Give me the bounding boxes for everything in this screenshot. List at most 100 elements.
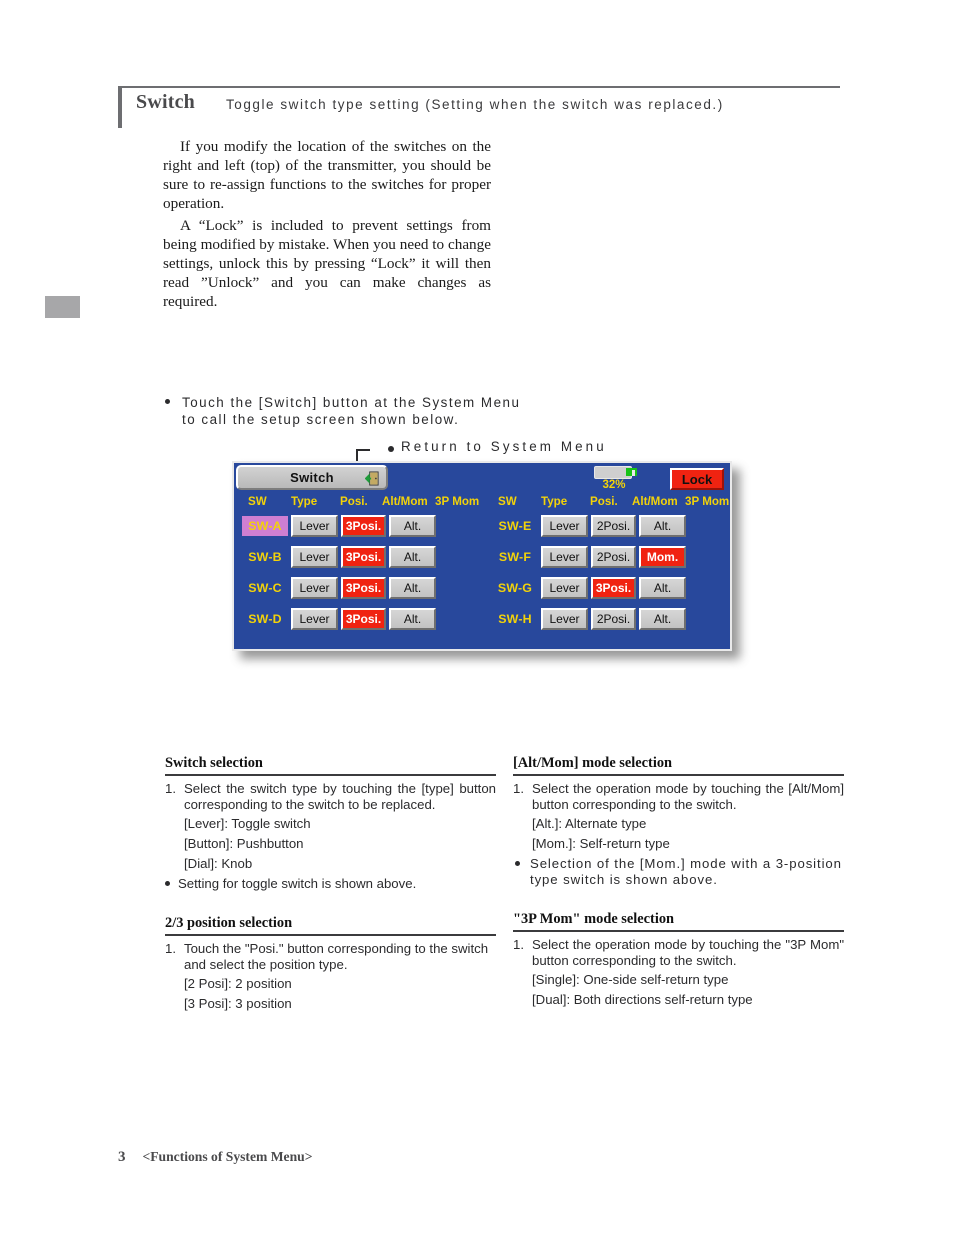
lcd-screenshot: Switch 32% Lock SW Type Posi. Alt/Mom 3P… xyxy=(232,461,740,659)
switch-label-sw-a[interactable]: SW-A xyxy=(242,516,288,536)
position-button-sw-a[interactable]: 3Posi. xyxy=(341,515,386,537)
step-number: 1. xyxy=(513,781,524,796)
option-item: [Dual]: Both directions self-return type xyxy=(532,991,753,1007)
step-text: Touch the "Posi." button corresponding t… xyxy=(184,941,489,973)
position-button-sw-e[interactable]: 2Posi. xyxy=(591,515,636,537)
option-item: [Mom.]: Self-return type xyxy=(532,835,670,851)
block-3p-mom-selection: "3P Mom" mode selection 1. Select the op… xyxy=(513,911,844,1010)
switch-label-sw-h[interactable]: SW-H xyxy=(492,609,538,629)
page-number: 3 xyxy=(118,1149,126,1165)
altmom-button-sw-f[interactable]: Mom. xyxy=(639,546,686,568)
block-note-text: Selection of the [Mom.] mode with a 3-po… xyxy=(530,855,842,887)
page-title: Switch xyxy=(136,91,195,113)
section-tab-marker xyxy=(45,296,80,318)
altmom-button-sw-e[interactable]: Alt. xyxy=(639,515,686,537)
block-heading: [Alt/Mom] mode selection xyxy=(513,755,673,771)
type-button-sw-e[interactable]: Lever xyxy=(541,515,588,537)
block-step: 1. Select the operation mode by touching… xyxy=(513,781,844,814)
callout-leader-elbow xyxy=(356,449,370,451)
col-header-3p-mom: 3P Mom xyxy=(435,495,480,508)
intro-text: If you modify the location of the switch… xyxy=(163,137,491,311)
intro-paragraph-2: A “Lock” is included to prevent settings… xyxy=(163,217,491,310)
switch-label-sw-e[interactable]: SW-E xyxy=(492,516,538,536)
intro-paragraph-1: If you modify the location of the switch… xyxy=(163,138,491,212)
option-item: [2 Posi]: 2 position xyxy=(184,975,292,991)
lcd-screen: Switch 32% Lock SW Type Posi. Alt/Mom 3P… xyxy=(232,461,732,651)
touch-instruction: Touch the [Switch] button at the System … xyxy=(165,395,535,428)
lcd-title-button[interactable]: Switch xyxy=(236,465,388,490)
switch-label-sw-b[interactable]: SW-B xyxy=(242,547,288,567)
switch-label-sw-d[interactable]: SW-D xyxy=(242,609,288,629)
block-note: Selection of the [Mom.] mode with a 3-po… xyxy=(513,856,844,889)
altmom-button-sw-c[interactable]: Alt. xyxy=(389,577,436,599)
type-button-sw-h[interactable]: Lever xyxy=(541,608,588,630)
type-button-sw-f[interactable]: Lever xyxy=(541,546,588,568)
position-button-sw-c[interactable]: 3Posi. xyxy=(341,577,386,599)
footer-section-label: <Functions of System Menu> xyxy=(142,1149,313,1164)
switch-row: SW-A Lever 3Posi. Alt. xyxy=(234,511,484,542)
block-rule xyxy=(165,934,496,936)
option-item: [Single]: One-side self-return type xyxy=(532,971,729,987)
block-step: 1. Select the operation mode by touching… xyxy=(513,937,844,970)
type-button-sw-a[interactable]: Lever xyxy=(291,515,338,537)
step-number: 1. xyxy=(165,781,176,796)
switch-label-sw-f[interactable]: SW-F xyxy=(492,547,538,567)
type-button-sw-d[interactable]: Lever xyxy=(291,608,338,630)
position-button-sw-d[interactable]: 3Posi. xyxy=(341,608,386,630)
position-button-sw-g[interactable]: 3Posi. xyxy=(591,577,636,599)
battery-indicator: 32% xyxy=(594,466,638,493)
block-heading: "3P Mom" mode selection xyxy=(513,911,675,927)
type-button-sw-c[interactable]: Lever xyxy=(291,577,338,599)
option-item: [Alt.]: Alternate type xyxy=(532,815,647,831)
block-rule xyxy=(165,774,496,776)
switch-row: SW-F Lever 2Posi. Mom. xyxy=(484,542,730,573)
lcd-switch-table: SW Type Posi. Alt/Mom 3P Mom SW-A Lever 3P… xyxy=(234,494,730,649)
lock-button[interactable]: Lock xyxy=(670,468,724,490)
exit-door-icon[interactable] xyxy=(364,471,380,486)
altmom-button-sw-d[interactable]: Alt. xyxy=(389,608,436,630)
step-text: Select the operation mode by touching th… xyxy=(532,781,844,813)
col-header-posi-2: Posi. xyxy=(590,495,618,508)
callout-label: Return to System Menu xyxy=(401,439,607,454)
bullet-dot-icon xyxy=(165,399,170,404)
altmom-button-sw-h[interactable]: Alt. xyxy=(639,608,686,630)
switch-label-sw-c[interactable]: SW-C xyxy=(242,578,288,598)
lcd-left-column: SW Type Posi. Alt/Mom 3P Mom SW-A Lever 3P… xyxy=(234,494,484,649)
block-position-selection: 2/3 position selection 1. Touch the "Pos… xyxy=(165,915,496,1014)
touch-instruction-text: Touch the [Switch] button at the System … xyxy=(182,395,521,427)
lcd-right-column: SW Type Posi. Alt/Mom 3P Mom SW-E Lever 2P… xyxy=(484,494,730,649)
page-header: Switch Toggle switch type setting (Setti… xyxy=(118,86,840,128)
battery-percent-label: 32% xyxy=(602,479,626,491)
col-header-altmom-2: Alt/Mom xyxy=(632,495,678,508)
type-button-sw-b[interactable]: Lever xyxy=(291,546,338,568)
bullet-dot-icon xyxy=(515,860,520,866)
switch-label-sw-g[interactable]: SW-G xyxy=(492,578,538,598)
battery-cap-icon xyxy=(632,469,635,476)
option-item: [3 Posi]: 3 position xyxy=(184,995,292,1011)
option-item: [Dial]: Knob xyxy=(184,855,253,871)
col-header-type: Type xyxy=(291,495,318,508)
col-header-sw: SW xyxy=(248,495,267,508)
col-header-sw-2: SW xyxy=(498,495,517,508)
switch-row: SW-D Lever 3Posi. Alt. xyxy=(234,604,484,635)
block-heading: Switch selection xyxy=(165,755,263,771)
page-subtitle: Toggle switch type setting (Setting when… xyxy=(226,97,724,112)
callout-bullet-icon xyxy=(388,445,394,452)
altmom-button-sw-b[interactable]: Alt. xyxy=(389,546,436,568)
block-switch-selection: Switch selection 1. Select the switch ty… xyxy=(165,755,496,892)
position-button-sw-f[interactable]: 2Posi. xyxy=(591,546,636,568)
col-header-type-2: Type xyxy=(541,495,568,508)
column-header-row-right: SW Type Posi. Alt/Mom 3P Mom xyxy=(484,494,730,511)
col-header-posi: Posi. xyxy=(340,495,368,508)
block-heading: 2/3 position selection xyxy=(165,915,293,931)
block-rule xyxy=(513,930,844,932)
col-header-altmom: Alt/Mom xyxy=(382,495,428,508)
position-button-sw-b[interactable]: 3Posi. xyxy=(341,546,386,568)
altmom-button-sw-g[interactable]: Alt. xyxy=(639,577,686,599)
switch-row: SW-E Lever 2Posi. Alt. xyxy=(484,511,730,542)
altmom-button-sw-a[interactable]: Alt. xyxy=(389,515,436,537)
block-step: 1. Select the switch type by touching th… xyxy=(165,781,496,814)
option-item: [Button]: Pushbutton xyxy=(184,835,304,851)
position-button-sw-h[interactable]: 2Posi. xyxy=(591,608,636,630)
type-button-sw-g[interactable]: Lever xyxy=(541,577,588,599)
